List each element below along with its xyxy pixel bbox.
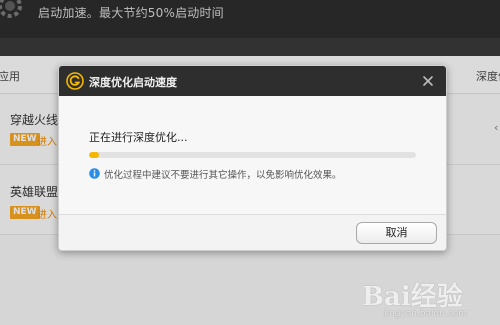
dialog-footer: 取消 <box>59 214 446 250</box>
progress-fill <box>89 152 99 158</box>
g-logo-icon <box>66 72 84 90</box>
watermark-url: jingyan.baidu.com <box>384 309 468 319</box>
optimize-dialog: 深度优化启动速度 正在进行深度优化... 优化过程中建议不要进行其它操作，以免影… <box>58 65 447 251</box>
dialog-title: 深度优化启动速度 <box>89 76 177 89</box>
hint-text: 优化过程中建议不要进行其它操作，以免影响优化效果。 <box>104 170 342 181</box>
watermark: Bai经验 jingyan.baidu.com <box>362 276 498 322</box>
cancel-button[interactable]: 取消 <box>356 222 437 244</box>
dialog-titlebar[interactable]: 深度优化启动速度 <box>59 66 446 96</box>
status-text: 正在进行深度优化... <box>89 131 188 144</box>
progress-bar <box>89 152 416 158</box>
watermark-logo: Bai经验 <box>362 282 463 312</box>
close-icon[interactable] <box>419 72 437 90</box>
info-icon <box>89 168 100 179</box>
